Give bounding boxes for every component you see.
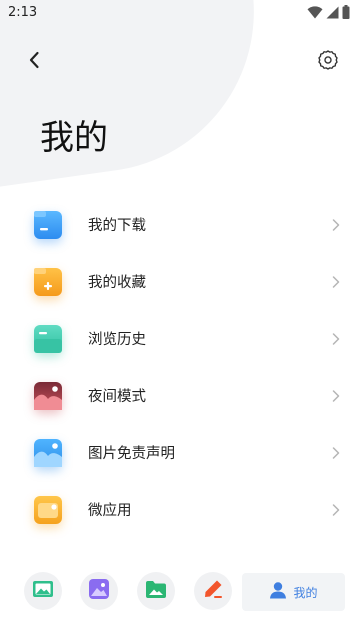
nav-tab-albums[interactable]: [137, 572, 175, 610]
chevron-right-icon: [332, 446, 342, 460]
battery-icon: [342, 5, 350, 19]
photo-gallery-icon: [89, 579, 109, 603]
folder-favorite-icon: [34, 267, 62, 296]
menu-item-label: 我的收藏: [88, 275, 146, 291]
folder-download-icon: [34, 210, 62, 239]
menu-item-downloads[interactable]: 我的下载: [0, 196, 360, 253]
settings-button[interactable]: [314, 48, 342, 76]
nav-tab-mine[interactable]: 我的: [242, 573, 345, 611]
menu-item-label: 我的下载: [88, 218, 146, 234]
menu-item-label: 浏览历史: [88, 332, 146, 348]
top-bar: [0, 40, 360, 84]
menu-item-night-mode[interactable]: 夜间模式: [0, 367, 360, 424]
nav-tab-gallery[interactable]: [80, 572, 118, 610]
menu-item-micro-app[interactable]: 微应用: [0, 481, 360, 538]
page-title: 我的: [40, 118, 108, 158]
menu-item-favorites[interactable]: 我的收藏: [0, 253, 360, 310]
menu-item-label: 图片免责声明: [88, 446, 175, 462]
menu-item-label: 夜间模式: [88, 389, 146, 405]
menu-item-history[interactable]: 浏览历史: [0, 310, 360, 367]
menu-item-label: 微应用: [88, 503, 132, 519]
chevron-right-icon: [332, 275, 342, 289]
history-icon: [34, 324, 62, 353]
status-bar: 2:13: [0, 0, 360, 24]
pencil-icon: [203, 579, 223, 603]
landscape-image-icon: [33, 581, 53, 601]
cellular-signal-icon: [326, 6, 339, 19]
nav-tab-label: 我的: [293, 585, 318, 600]
nav-tab-wallpaper[interactable]: [24, 572, 62, 610]
image-disclaimer-icon: [34, 438, 62, 467]
gear-icon: [317, 49, 339, 75]
back-arrow-icon: [28, 51, 40, 73]
chevron-right-icon: [332, 332, 342, 346]
chevron-right-icon: [332, 389, 342, 403]
status-time: 2:13: [8, 4, 38, 20]
micro-app-icon: [34, 495, 62, 524]
user-icon: [269, 581, 287, 603]
header-background-shape: [0, 0, 275, 190]
chevron-right-icon: [332, 218, 342, 232]
back-button[interactable]: [20, 48, 48, 76]
menu-item-image-disclaimer[interactable]: 图片免责声明: [0, 424, 360, 481]
chevron-right-icon: [332, 503, 342, 517]
nav-tab-edit[interactable]: [194, 572, 232, 610]
status-icons: [307, 5, 350, 19]
menu-list: 我的下载 我的收藏 浏览历史 夜间模式 图片免责声明 微应用: [0, 196, 360, 538]
folder-image-icon: [146, 580, 166, 602]
wifi-icon: [307, 5, 323, 19]
night-mode-icon: [34, 381, 62, 410]
bottom-navigation: 我的: [0, 570, 360, 614]
